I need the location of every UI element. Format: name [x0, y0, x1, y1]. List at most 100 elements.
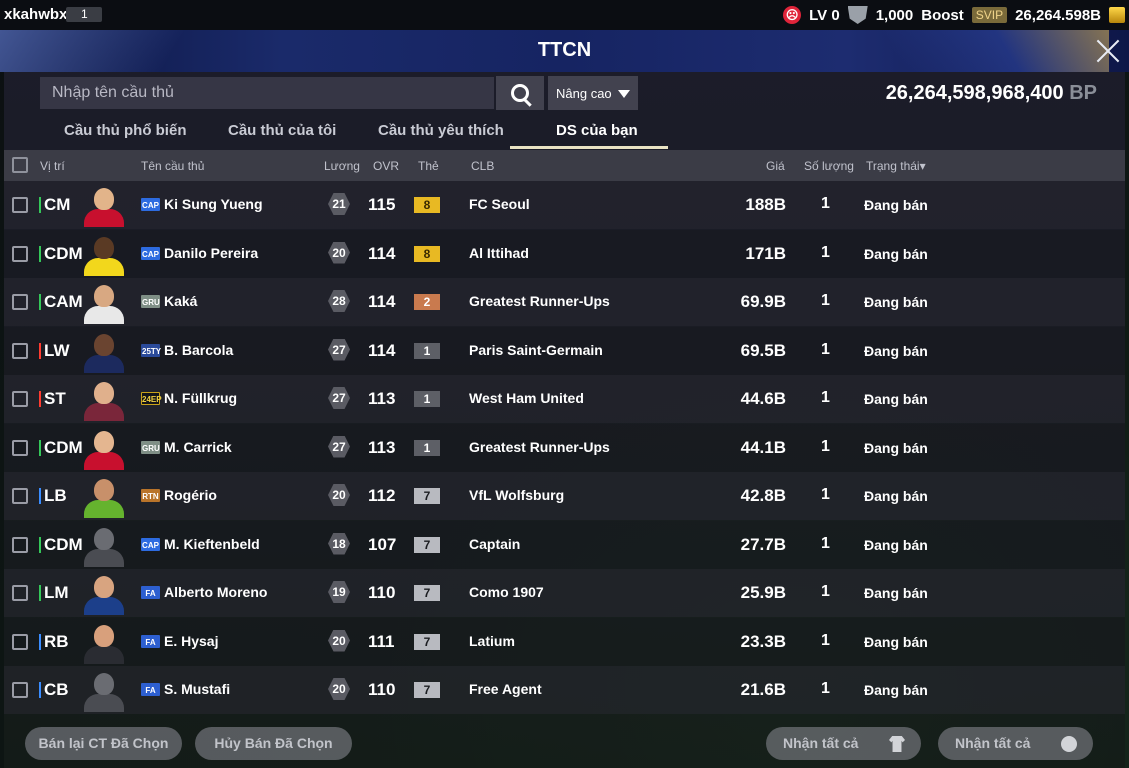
player-ovr: 110 — [368, 680, 396, 699]
player-position: LM — [44, 583, 69, 602]
row-checkbox[interactable] — [12, 488, 28, 504]
player-name[interactable]: S. Mustafi — [164, 681, 230, 697]
row-checkbox[interactable] — [12, 536, 28, 553]
player-position: LW — [44, 340, 70, 360]
player-club: Captain — [469, 535, 521, 552]
col-grade[interactable]: Thẻ — [418, 159, 439, 173]
col-quantity[interactable]: Số lượng — [804, 159, 854, 173]
advanced-filter-select[interactable]: Nâng cao — [548, 76, 638, 110]
player-name[interactable]: N. Füllkrug — [164, 390, 237, 406]
username[interactable]: xkahwbxf — [4, 6, 72, 23]
col-club[interactable]: CLB — [471, 159, 494, 173]
table-row[interactable]: CDM CAP M. Kieftenbeld 18 107 7 Captain 27.7B 1 Đ… — [4, 520, 1125, 569]
player-price: 44.1B — [740, 437, 786, 457]
player-avatar — [82, 474, 126, 518]
position-color-bar — [39, 294, 41, 310]
position-color-bar — [39, 536, 41, 553]
shield-count: 1,000 — [875, 6, 914, 24]
col-status[interactable]: Trạng thái▾ — [866, 159, 926, 173]
season-badge: 25TY — [141, 343, 161, 357]
season-badge: CAP — [141, 246, 160, 260]
season-badge: GRU — [141, 440, 160, 454]
player-name[interactable]: Rogério — [164, 487, 217, 503]
row-checkbox[interactable] — [12, 294, 28, 310]
col-salary[interactable]: Lương — [324, 159, 360, 173]
svip-badge[interactable]: SVIP — [971, 7, 1008, 23]
player-club: Como 1907 — [469, 584, 544, 600]
close-icon[interactable] — [1095, 38, 1121, 64]
grade-badge: 7 — [414, 682, 440, 698]
salary-badge: 27 — [328, 338, 350, 361]
col-ovr[interactable]: OVR — [373, 159, 399, 173]
sale-status: Đang bán — [864, 342, 928, 359]
season-badge: FA — [141, 634, 160, 648]
player-name[interactable]: E. Hysaj — [164, 633, 218, 649]
player-name[interactable]: Ki Sung Yueng — [164, 196, 263, 212]
table-row[interactable]: RB FA E. Hysaj 20 111 7 Latium 23.3B 1 Đang bán — [4, 617, 1125, 666]
player-name[interactable]: M. Kieftenbeld — [164, 536, 260, 552]
row-checkbox[interactable] — [12, 633, 28, 650]
player-avatar — [82, 183, 126, 227]
search-button[interactable] — [496, 76, 544, 110]
player-price: 27.7B — [740, 534, 786, 554]
table-row[interactable]: LM FA Alberto Moreno 19 110 7 Como 1907 25.9B 1 Đ… — [4, 569, 1125, 617]
tab-your-list[interactable]: DS của bạn — [556, 122, 638, 139]
player-position: CDM — [44, 534, 83, 554]
bp-balance-value: 26,264,598,968,400 — [885, 82, 1064, 104]
player-club: Greatest Runner-Ups — [469, 293, 610, 309]
player-avatar — [82, 620, 126, 664]
row-checkbox[interactable] — [12, 585, 28, 601]
table-row[interactable]: CDM CAP Danilo Pereira 20 114 8 Al Ittihad 171B… — [4, 229, 1125, 278]
sale-status: Đang bán — [864, 536, 928, 553]
salary-badge: 27 — [328, 387, 350, 409]
position-color-bar — [39, 488, 41, 504]
row-checkbox[interactable] — [12, 439, 28, 456]
tab-favorite-players[interactable]: Cầu thủ yêu thích — [378, 122, 504, 139]
claim-all-bp-button[interactable]: Nhận tất cả — [938, 727, 1093, 760]
select-all-checkbox[interactable] — [12, 157, 28, 173]
row-checkbox[interactable] — [12, 342, 28, 359]
sale-status: Đang bán — [864, 585, 928, 601]
row-checkbox[interactable] — [12, 682, 28, 698]
tab-popular-players[interactable]: Cầu thủ phổ biến — [64, 122, 186, 139]
player-club: Greatest Runner-Ups — [469, 438, 610, 455]
resell-selected-button[interactable]: Bán lại CT Đã Chọn — [25, 727, 182, 760]
table-row[interactable]: CB FA S. Mustafi 20 110 7 Free Agent 21.6B 1 Đang… — [4, 666, 1125, 714]
table-row[interactable]: ST 24EP N. Füllkrug 27 113 1 West Ham United 44… — [4, 375, 1125, 423]
row-checkbox[interactable] — [12, 245, 28, 262]
position-color-bar — [39, 439, 41, 456]
player-price: 69.5B — [740, 340, 786, 360]
salary-badge: 20 — [328, 629, 350, 652]
player-price: 21.6B — [740, 680, 786, 699]
player-name[interactable]: Danilo Pereira — [164, 245, 258, 261]
tab-my-players[interactable]: Cầu thủ của tôi — [228, 122, 336, 139]
table-row[interactable]: LB RTN Rogério 20 112 7 VfL Wolfsburg 42.8B 1 Đan… — [4, 472, 1125, 520]
search-input[interactable] — [40, 77, 494, 109]
table-row[interactable]: LW 25TY B. Barcola 27 114 1 Paris Saint-Germai… — [4, 326, 1125, 375]
grade-badge: 8 — [414, 197, 440, 213]
cancel-selected-button[interactable]: Hủy Bán Đã Chọn — [195, 727, 352, 760]
player-position: CDM — [44, 243, 83, 263]
player-name[interactable]: Alberto Moreno — [164, 584, 267, 600]
salary-badge: 27 — [328, 435, 350, 458]
col-price[interactable]: Giá — [766, 159, 785, 173]
player-name[interactable]: B. Barcola — [164, 342, 233, 358]
row-checkbox[interactable] — [12, 197, 28, 213]
player-name[interactable]: M. Carrick — [164, 439, 232, 455]
boost-label[interactable]: Boost — [921, 7, 964, 24]
table-row[interactable]: CDM GRU M. Carrick 27 113 1 Greatest Runner-Up… — [4, 423, 1125, 472]
salary-badge: 20 — [328, 484, 350, 506]
col-position[interactable]: Vị trí — [40, 159, 65, 173]
table-row[interactable]: CM CAP Ki Sung Yueng 21 115 8 FC Seoul 188B 1 Đan… — [4, 181, 1125, 229]
claim-all-players-button[interactable]: Nhận tất cả — [766, 727, 921, 760]
player-price: 25.9B — [740, 583, 786, 602]
user-badge: 1 — [66, 7, 102, 22]
row-checkbox[interactable] — [12, 391, 28, 407]
table-row[interactable]: CAM GRU Kaká 28 114 2 Greatest Runner-Ups 69.9B… — [4, 278, 1125, 326]
player-name[interactable]: Kaká — [164, 293, 197, 309]
grade-badge: 8 — [414, 245, 440, 262]
col-name[interactable]: Tên cầu thủ — [141, 159, 204, 173]
grade-badge: 7 — [414, 536, 440, 553]
player-quantity: 1 — [821, 389, 830, 406]
player-ovr: 114 — [368, 292, 396, 311]
